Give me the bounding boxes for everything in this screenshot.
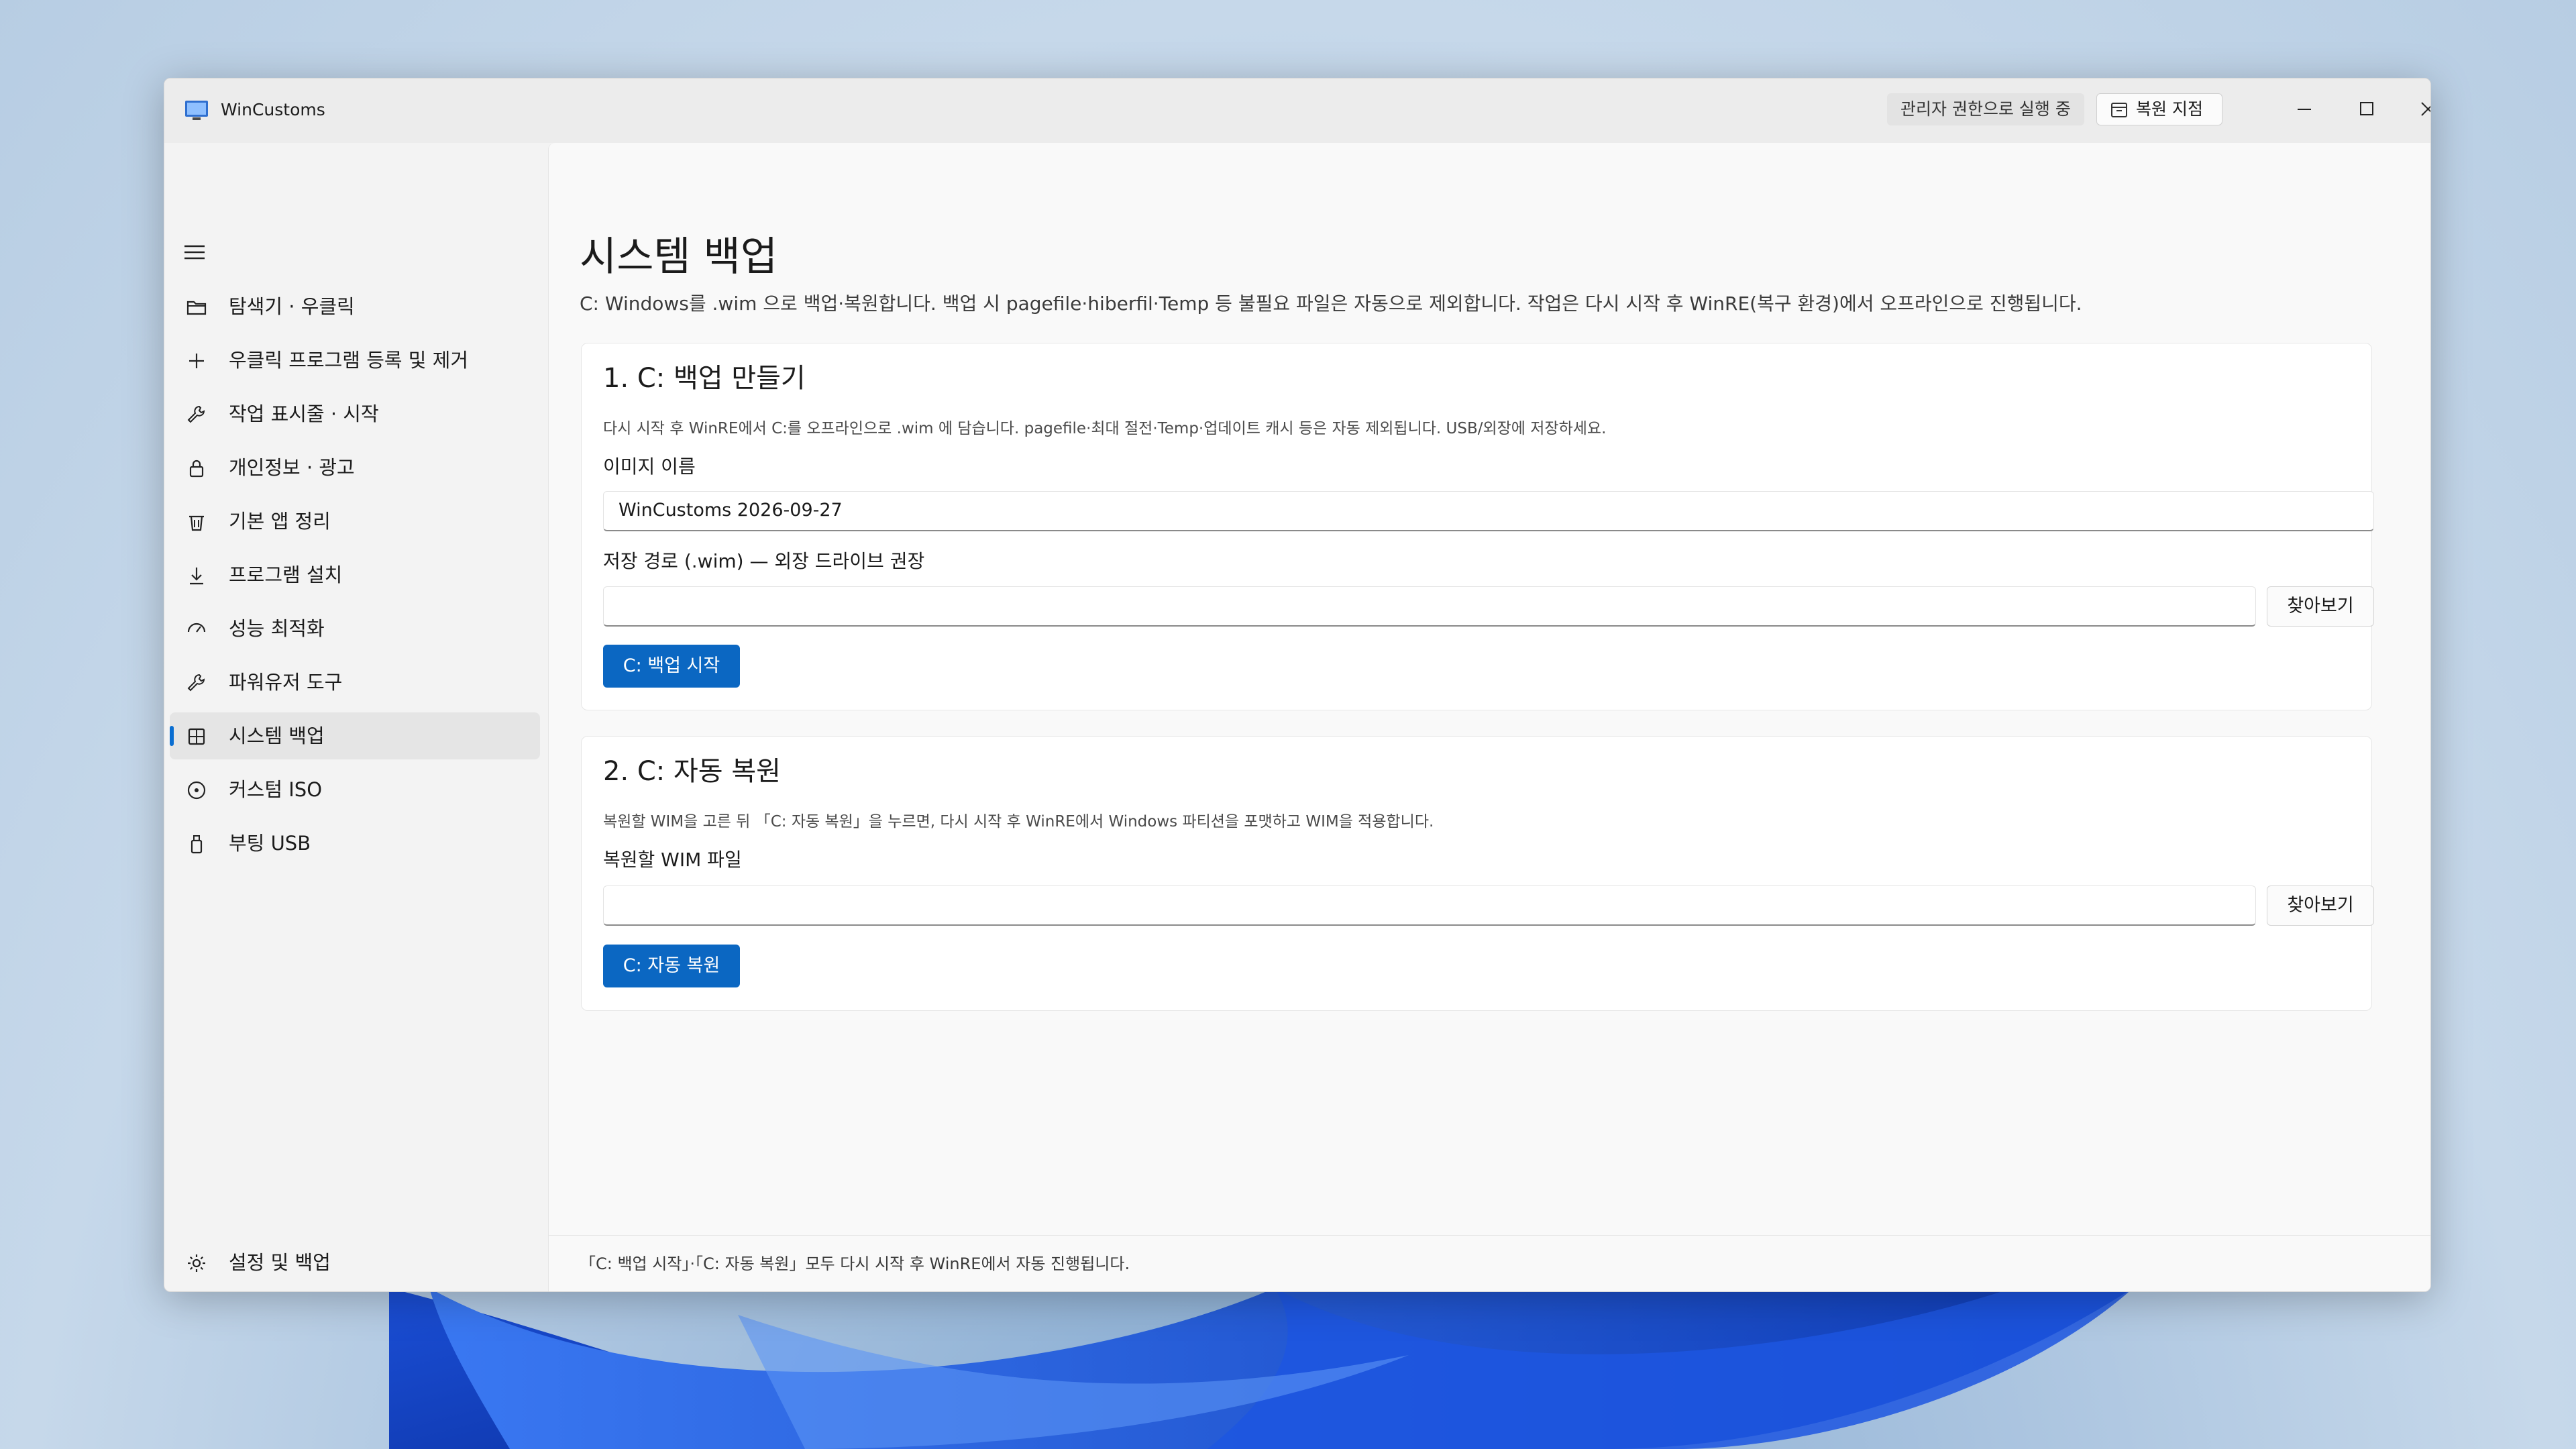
restore-point-button[interactable]: 복원 지점 <box>2096 93 2222 125</box>
sidebar-item-boot-usb[interactable]: 부팅 USB <box>170 820 540 867</box>
hamburger-menu-icon[interactable] <box>183 242 207 262</box>
save-path-input[interactable] <box>603 586 2256 627</box>
page-description: C: Windows를 .wim 으로 백업·복원합니다. 백업 시 pagef… <box>580 292 2082 315</box>
sidebar-item-default-apps[interactable]: 기본 앱 정리 <box>170 498 540 545</box>
restore-card-title: 2. C: 자동 복원 <box>603 756 781 787</box>
sidebar-item-label: 시스템 백업 <box>229 724 325 747</box>
close-button[interactable] <box>2401 92 2430 125</box>
title-bar[interactable]: WinCustoms 관리자 권한으로 실행 중 복원 지점 <box>164 78 2430 143</box>
sidebar-item-label: 탐색기 · 우클릭 <box>229 295 355 318</box>
sidebar-item-label: 부팅 USB <box>229 832 311 855</box>
main-content: 시스템 백업 C: Windows를 .wim 으로 백업·복원합니다. 백업 … <box>548 143 2430 1291</box>
sidebar-item-label: 성능 최적화 <box>229 617 325 640</box>
disc-icon <box>187 781 206 800</box>
active-indicator <box>170 726 174 746</box>
sidebar-item-label: 우클릭 프로그램 등록 및 제거 <box>229 349 469 372</box>
sidebar-item-settings[interactable]: 설정 및 백업 <box>170 1239 540 1286</box>
app-title: WinCustoms <box>221 100 325 119</box>
trash-icon <box>189 515 204 531</box>
maximize-icon <box>2360 102 2373 115</box>
restore-browse-button[interactable]: 찾아보기 <box>2267 885 2374 926</box>
close-icon <box>2421 102 2430 116</box>
folder-icon <box>186 301 207 315</box>
sidebar-item-system-backup[interactable]: 시스템 백업 <box>170 712 540 759</box>
backup-browse-button[interactable]: 찾아보기 <box>2267 586 2374 627</box>
restore-point-label: 복원 지점 <box>2136 99 2203 119</box>
start-restore-button[interactable]: C: 자동 복원 <box>603 945 740 987</box>
sidebar-item-privacy-ads[interactable]: 개인정보 · 광고 <box>170 444 540 491</box>
usb-icon <box>191 835 203 854</box>
image-name-input[interactable]: WinCustoms 2026-09-27 <box>603 491 2374 531</box>
image-name-label: 이미지 이름 <box>603 455 696 478</box>
sidebar-item-label: 파워유저 도구 <box>229 671 343 694</box>
lock-icon <box>189 460 204 478</box>
sidebar-item-custom-iso[interactable]: 커스텀 ISO <box>170 766 540 813</box>
admin-status-badge: 관리자 권한으로 실행 중 <box>1887 93 2084 125</box>
restore-card-description: 복원할 WIM을 고른 뒤 「C: 자동 복원」을 누르면, 다시 시작 후 W… <box>603 813 1434 830</box>
gear-icon <box>188 1254 205 1272</box>
sidebar-item-label: 개인정보 · 광고 <box>229 456 355 479</box>
minimize-icon <box>2298 109 2311 110</box>
sidebar-item-label: 커스텀 ISO <box>229 778 323 801</box>
page-title: 시스템 백업 <box>580 233 778 280</box>
plus-icon <box>189 354 204 368</box>
backup-card: 1. C: 백업 만들기 다시 시작 후 WinRE에서 C:를 오프라인으로 … <box>581 343 2374 710</box>
footer-text: 「C: 백업 시작」·「C: 자동 복원」모두 다시 시작 후 WinRE에서 … <box>580 1254 1130 1273</box>
sidebar-item-label: 기본 앱 정리 <box>229 510 331 533</box>
sidebar-item-install-programs[interactable]: 프로그램 설치 <box>170 551 540 598</box>
maximize-button[interactable] <box>2339 92 2393 125</box>
download-icon <box>190 568 203 585</box>
sidebar-item-explorer-context[interactable]: 탐색기 · 우클릭 <box>170 283 540 330</box>
save-path-label: 저장 경로 (.wim) — 외장 드라이브 권장 <box>603 550 925 572</box>
restore-wim-input[interactable] <box>603 885 2256 926</box>
backup-card-description: 다시 시작 후 WinRE에서 C:를 오프라인으로 .wim 에 담습니다. … <box>603 420 1607 437</box>
restore-wim-label: 복원할 WIM 파일 <box>603 849 742 871</box>
backup-card-title: 1. C: 백업 만들기 <box>603 363 806 394</box>
gauge-icon <box>187 623 206 633</box>
app-icon <box>185 101 208 120</box>
sidebar-item-performance[interactable]: 성능 최적화 <box>170 605 540 652</box>
sidebar-item-label: 설정 및 백업 <box>229 1251 331 1274</box>
sidebar-item-label: 작업 표시줄 · 시작 <box>229 402 379 425</box>
start-backup-button[interactable]: C: 백업 시작 <box>603 645 740 688</box>
minimize-button[interactable] <box>2277 92 2331 125</box>
restore-point-icon <box>2111 103 2127 117</box>
sidebar-item-label: 프로그램 설치 <box>229 564 343 586</box>
restore-card: 2. C: 자동 복원 복원할 WIM을 고른 뒤 「C: 자동 복원」을 누르… <box>581 736 2374 1011</box>
wrench-icon <box>187 674 205 692</box>
app-window: WinCustoms 관리자 권한으로 실행 중 복원 지점 탐색기 · 우클릭… <box>164 78 2431 1292</box>
sidebar-item-power-user-tools[interactable]: 파워유저 도구 <box>170 659 540 706</box>
sidebar-item-context-programs[interactable]: 우클릭 프로그램 등록 및 제거 <box>170 337 540 384</box>
status-footer: 「C: 백업 시작」·「C: 자동 복원」모두 다시 시작 후 WinRE에서 … <box>549 1235 2430 1291</box>
sidebar-item-taskbar-start[interactable]: 작업 표시줄 · 시작 <box>170 390 540 437</box>
backup-grid-icon <box>188 728 205 745</box>
wrench-icon <box>187 405 205 423</box>
